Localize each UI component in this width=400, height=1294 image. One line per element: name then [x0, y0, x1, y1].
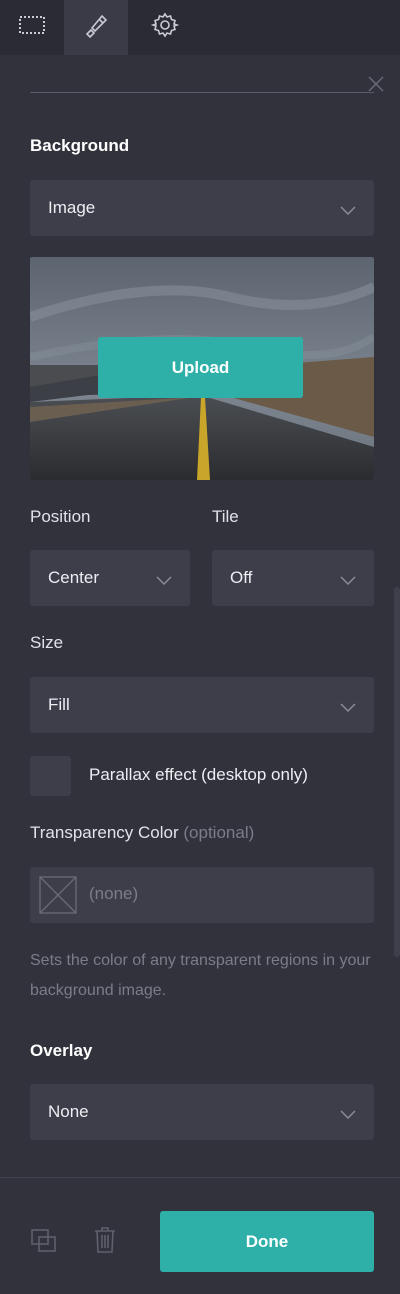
- chevron-down-icon: [340, 571, 356, 586]
- parallax-checkbox[interactable]: [30, 756, 71, 796]
- background-type-select[interactable]: Image: [30, 180, 374, 236]
- transparency-help-text: Sets the color of any transparent region…: [30, 952, 371, 999]
- scrollbar-thumb[interactable]: [394, 587, 400, 957]
- duplicate-icon[interactable]: [30, 1228, 58, 1259]
- optional-hint: (optional): [183, 823, 255, 842]
- transparency-color-title: Transparency Color: [30, 823, 179, 842]
- size-select[interactable]: Fill: [30, 677, 374, 733]
- dotted-rectangle-icon: [18, 14, 46, 41]
- position-select[interactable]: Center: [30, 550, 190, 606]
- position-value: Center: [48, 568, 100, 587]
- gear-icon: [150, 11, 180, 44]
- chevron-down-icon: [156, 571, 172, 586]
- brush-icon: [82, 11, 110, 44]
- trash-icon[interactable]: [93, 1226, 117, 1259]
- transparency-color-value: (none): [89, 884, 139, 903]
- overlay-heading: Overlay: [30, 1041, 93, 1060]
- empty-swatch-icon[interactable]: [39, 876, 77, 914]
- tile-select[interactable]: Off: [212, 550, 374, 606]
- parallax-label: Parallax effect (desktop only): [89, 765, 308, 784]
- transparency-color-label: Transparency Color (optional): [30, 823, 254, 843]
- size-value: Fill: [48, 695, 70, 714]
- transparency-color-field[interactable]: (none): [30, 867, 374, 923]
- tab-style[interactable]: [64, 0, 128, 55]
- upload-button[interactable]: Upload: [98, 337, 303, 398]
- overlay-select[interactable]: None: [30, 1084, 374, 1140]
- chevron-down-icon: [340, 698, 356, 713]
- tile-label: Tile: [212, 507, 239, 526]
- top-tab-bar: [0, 0, 400, 55]
- chevron-down-icon: [340, 1105, 356, 1120]
- close-icon[interactable]: [366, 74, 386, 94]
- tab-settings[interactable]: [133, 0, 197, 55]
- size-label: Size: [30, 633, 64, 652]
- background-type-value: Image: [48, 198, 96, 217]
- overlay-value: None: [48, 1102, 89, 1121]
- background-heading: Background: [30, 136, 130, 155]
- position-label: Position: [30, 507, 91, 526]
- chevron-down-icon: [340, 201, 356, 216]
- tab-layout[interactable]: [0, 0, 64, 55]
- tile-value: Off: [230, 568, 253, 587]
- done-button[interactable]: Done: [160, 1211, 374, 1272]
- header-divider: [30, 92, 374, 93]
